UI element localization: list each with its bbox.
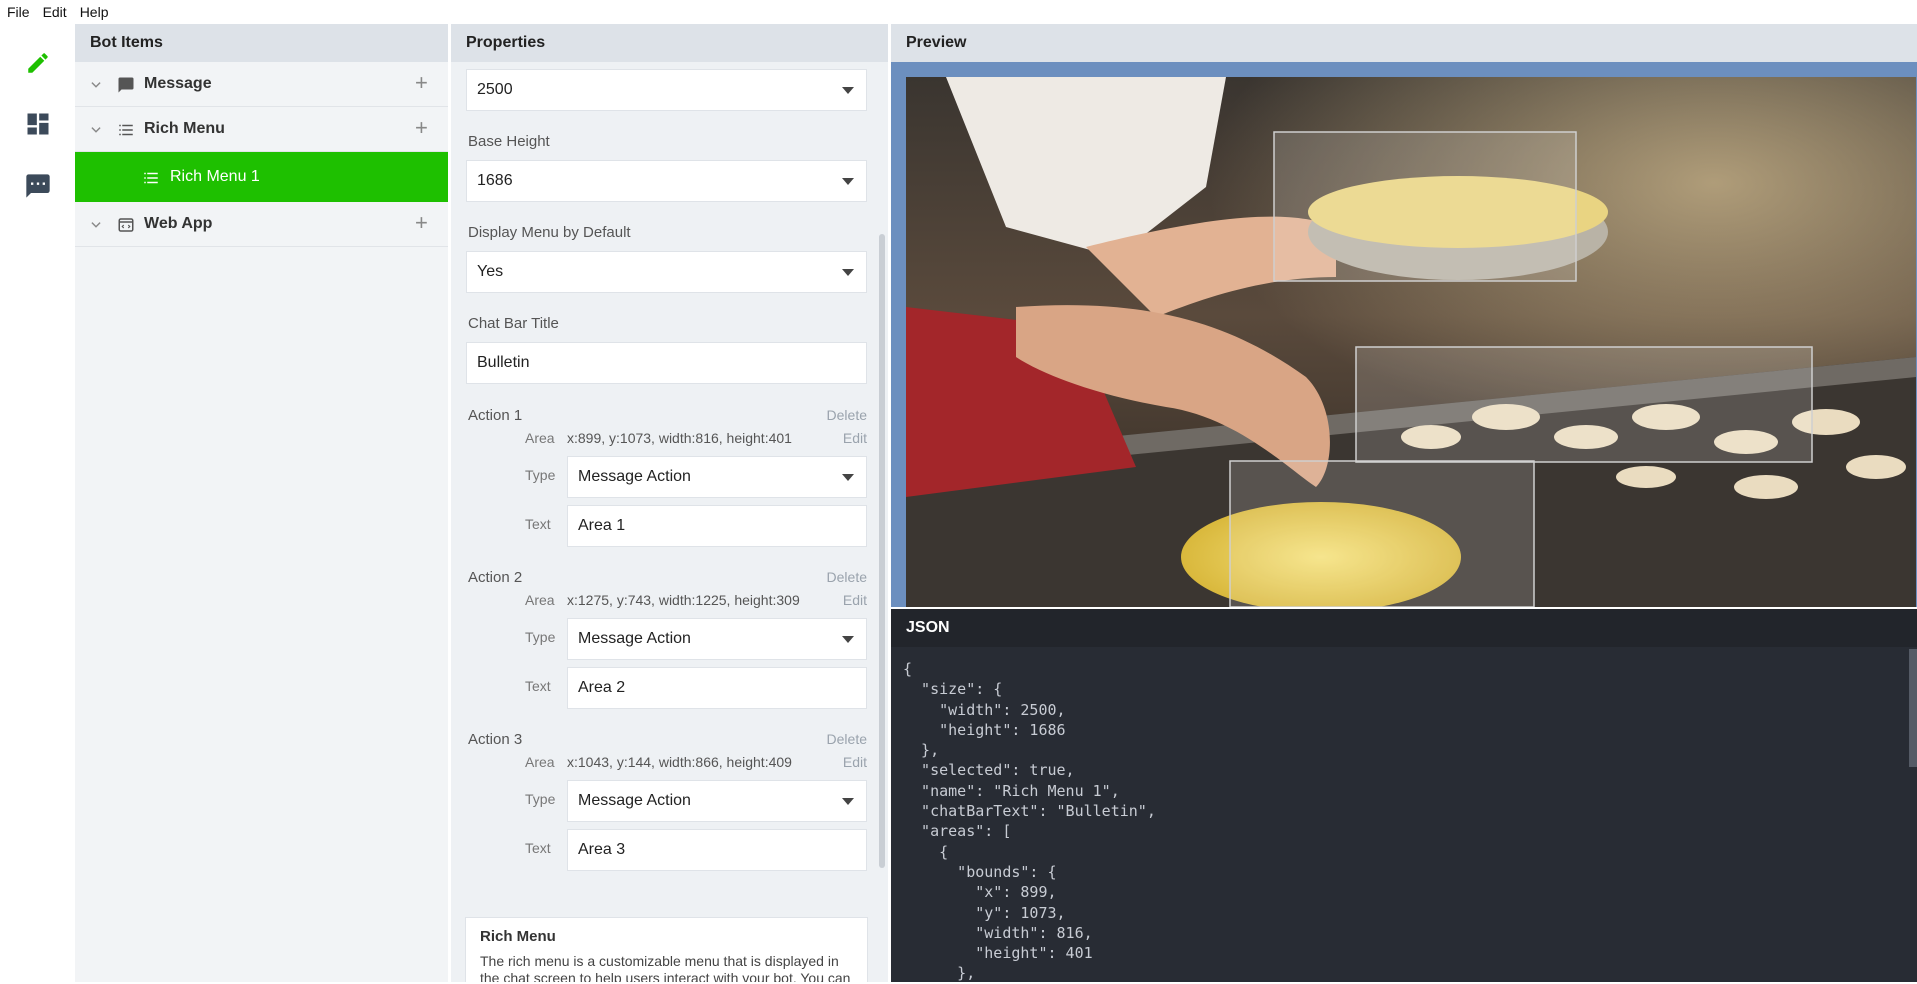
chevron-down-icon[interactable] bbox=[89, 123, 103, 137]
action-1-area-value: x:899, y:1073, width:816, height:401 bbox=[567, 430, 792, 446]
chat-bar-label: Chat Bar Title bbox=[468, 315, 559, 332]
area-overlay-3[interactable] bbox=[1273, 131, 1577, 282]
action-1-area-label: Area bbox=[525, 430, 555, 446]
info-text: The rich menu is a customizable menu tha… bbox=[480, 953, 851, 982]
action-2-type-select[interactable]: Message Action bbox=[567, 618, 867, 660]
json-title: JSON bbox=[891, 609, 1917, 647]
dashboard-icon[interactable] bbox=[22, 108, 54, 140]
tree-item-message[interactable]: Message + bbox=[75, 62, 448, 107]
add-rich-menu-button[interactable]: + bbox=[415, 117, 428, 139]
action-2-text-label: Text bbox=[525, 678, 551, 694]
pencil-icon[interactable] bbox=[22, 47, 54, 79]
action-2-type-label: Type bbox=[525, 629, 556, 645]
action-1-edit-link[interactable]: Edit bbox=[843, 430, 867, 446]
action-2-type-value: Message Action bbox=[578, 630, 691, 647]
action-2-edit-link[interactable]: Edit bbox=[843, 592, 867, 608]
area-overlay-1[interactable] bbox=[1229, 460, 1535, 607]
rich-menu-info-box: Rich Menu The rich menu is a customizabl… bbox=[465, 917, 868, 982]
action-3-edit-link[interactable]: Edit bbox=[843, 754, 867, 770]
menu-edit[interactable]: Edit bbox=[36, 4, 73, 20]
info-title: Rich Menu bbox=[480, 928, 556, 945]
action-1-delete-link[interactable]: Delete bbox=[827, 407, 867, 423]
properties-title: Properties bbox=[451, 24, 888, 62]
action-2-area-value: x:1275, y:743, width:1225, height:309 bbox=[567, 592, 800, 608]
json-scrollbar[interactable] bbox=[1909, 649, 1917, 767]
preview-title: Preview bbox=[891, 24, 1917, 62]
width-value: 2500 bbox=[477, 81, 513, 98]
action-1-text-value: Area 1 bbox=[578, 517, 626, 534]
menu-bar: File Edit Help bbox=[0, 0, 1917, 24]
action-3-delete-link[interactable]: Delete bbox=[827, 731, 867, 747]
json-panel: JSON { "size": { "width": 2500, "height"… bbox=[891, 609, 1917, 982]
action-1-title: Action 1 bbox=[468, 407, 523, 424]
web-app-icon bbox=[118, 218, 134, 232]
caret-down-icon bbox=[842, 798, 854, 805]
list-icon bbox=[144, 172, 158, 184]
tree-item-rich-menu[interactable]: Rich Menu + bbox=[75, 107, 448, 152]
action-2-title: Action 2 bbox=[468, 569, 523, 586]
action-3-type-select[interactable]: Message Action bbox=[567, 780, 867, 822]
menu-help[interactable]: Help bbox=[73, 4, 115, 20]
tree-item-web-app[interactable]: Web App + bbox=[75, 202, 448, 247]
chevron-down-icon[interactable] bbox=[89, 78, 103, 92]
chat-icon[interactable] bbox=[22, 170, 54, 202]
tree-item-label: Rich Menu bbox=[144, 120, 225, 137]
action-2-text-input[interactable]: Area 2 bbox=[567, 667, 867, 709]
activity-bar bbox=[0, 24, 75, 982]
action-3-text-value: Area 3 bbox=[578, 841, 626, 858]
action-1-type-value: Message Action bbox=[578, 468, 691, 485]
properties-panel: Properties 2500 Base Height 1686 Display… bbox=[451, 24, 888, 982]
add-web-app-button[interactable]: + bbox=[415, 212, 428, 234]
display-menu-select[interactable]: Yes bbox=[466, 251, 867, 293]
action-3-area-value: x:1043, y:144, width:866, height:409 bbox=[567, 754, 792, 770]
action-1-text-label: Text bbox=[525, 516, 551, 532]
area-overlay-2[interactable] bbox=[1355, 346, 1813, 463]
json-code[interactable]: { "size": { "width": 2500, "height": 168… bbox=[903, 659, 1156, 984]
chat-bar-title-input[interactable]: Bulletin bbox=[466, 342, 867, 384]
tree-item-label: Message bbox=[144, 75, 212, 92]
bot-items-panel: Bot Items Message + Rich Menu + Rich Men… bbox=[75, 24, 448, 982]
preview-panel: Preview bbox=[891, 24, 1917, 607]
caret-down-icon bbox=[842, 269, 854, 276]
chevron-down-icon[interactable] bbox=[89, 218, 103, 232]
action-3-title: Action 3 bbox=[468, 731, 523, 748]
action-2-text-value: Area 2 bbox=[578, 679, 626, 696]
tree-item-label: Rich Menu 1 bbox=[170, 168, 260, 185]
action-2-delete-link[interactable]: Delete bbox=[827, 569, 867, 585]
action-1-text-input[interactable]: Area 1 bbox=[567, 505, 867, 547]
list-icon bbox=[119, 124, 133, 136]
properties-body: 2500 Base Height 1686 Display Menu by De… bbox=[451, 62, 888, 982]
properties-scrollbar[interactable] bbox=[879, 234, 885, 868]
action-3-type-label: Type bbox=[525, 791, 556, 807]
base-height-select[interactable]: 1686 bbox=[466, 160, 867, 202]
caret-down-icon bbox=[842, 636, 854, 643]
action-1-type-select[interactable]: Message Action bbox=[567, 456, 867, 498]
width-select[interactable]: 2500 bbox=[466, 69, 867, 111]
action-3-area-label: Area bbox=[525, 754, 555, 770]
action-2-area-label: Area bbox=[525, 592, 555, 608]
caret-down-icon bbox=[842, 87, 854, 94]
menu-file[interactable]: File bbox=[0, 4, 36, 20]
display-menu-value: Yes bbox=[477, 263, 504, 280]
caret-down-icon bbox=[842, 474, 854, 481]
chat-bubble-icon bbox=[118, 77, 134, 93]
action-3-text-label: Text bbox=[525, 840, 551, 856]
action-3-type-value: Message Action bbox=[578, 792, 691, 809]
display-menu-label: Display Menu by Default bbox=[468, 224, 631, 241]
caret-down-icon bbox=[842, 178, 854, 185]
base-height-label: Base Height bbox=[468, 133, 550, 150]
action-1-type-label: Type bbox=[525, 467, 556, 483]
base-height-value: 1686 bbox=[477, 172, 513, 189]
add-message-button[interactable]: + bbox=[415, 72, 428, 94]
tree-item-label: Web App bbox=[144, 215, 213, 232]
bot-items-title: Bot Items bbox=[75, 24, 448, 62]
tree-item-rich-menu-1[interactable]: Rich Menu 1 bbox=[75, 152, 448, 202]
rich-menu-image[interactable] bbox=[906, 77, 1916, 607]
action-3-text-input[interactable]: Area 3 bbox=[567, 829, 867, 871]
preview-frame bbox=[891, 62, 1917, 607]
chat-bar-value: Bulletin bbox=[477, 354, 530, 371]
